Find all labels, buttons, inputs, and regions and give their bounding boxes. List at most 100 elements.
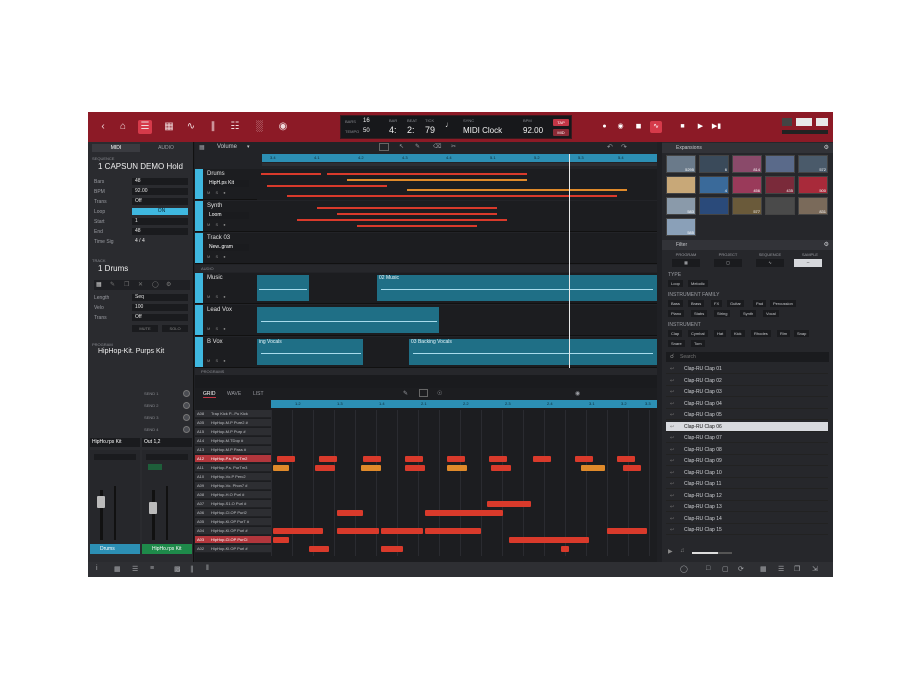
expansion-thumbnail[interactable]: 572: [798, 155, 828, 173]
sample-list-item[interactable]: ↩ Clap-RU Clap 12: [666, 491, 828, 501]
track-param-length[interactable]: Length Seq: [94, 294, 190, 302]
note-grid[interactable]: [271, 410, 657, 556]
back-icon[interactable]: ‹: [96, 120, 110, 134]
midi-track-03[interactable]: Track 03 New..gram M S ●: [195, 233, 657, 264]
send-4-knob[interactable]: [183, 426, 190, 433]
midi-note[interactable]: [447, 465, 467, 471]
sampler-mode-icon[interactable]: ∿: [184, 120, 198, 134]
sample-list-item[interactable]: ↩ Clap-RU Clap 11: [666, 479, 828, 489]
midi-note[interactable]: [337, 528, 379, 534]
pad-row[interactable]: A09 HipHop-Vo. Phon7 #: [195, 482, 271, 490]
send-1[interactable]: SEND 1: [144, 389, 190, 398]
automation-icon[interactable]: ∿: [650, 121, 662, 133]
pad-row[interactable]: A06 HipHop-Cl.OP Purl2: [195, 509, 271, 517]
loop-range-bar[interactable]: [262, 163, 657, 166]
channel-mixer-icon[interactable]: ∥: [206, 120, 220, 134]
undo-icon[interactable]: ↶: [607, 143, 613, 151]
midi-note[interactable]: [509, 537, 589, 543]
list-view-icon[interactable]: ☰: [132, 565, 138, 573]
sample-list-item[interactable]: ↩ Clap-RU Clap 03: [666, 387, 828, 397]
midi-note[interactable]: [487, 501, 531, 507]
tick-position[interactable]: 79: [425, 125, 435, 135]
pad-row[interactable]: A04 HipHop-Kl.OP Purl #: [195, 527, 271, 535]
pad-row[interactable]: A08 Trap Kick P...Pu Kick: [195, 410, 271, 418]
filter-sample-button[interactable]: ∼: [794, 259, 822, 267]
preview-play-icon[interactable]: ▶: [668, 548, 673, 555]
tab-list[interactable]: LIST: [253, 391, 264, 397]
send-4[interactable]: SEND 4: [144, 425, 190, 434]
bpm-value[interactable]: 92.00: [523, 126, 543, 135]
bars-value[interactable]: 16: [363, 118, 370, 124]
pad-row[interactable]: A02 HipHop-Kl.OP Purl #: [195, 545, 271, 553]
tab-wave[interactable]: WAVE: [227, 391, 241, 397]
pad-row[interactable]: A10 HipHop-Vo.P Perc2: [195, 473, 271, 481]
solo-button[interactable]: SOLO: [162, 325, 188, 332]
filter-chip[interactable]: FX: [711, 300, 723, 307]
keyboard-icon[interactable]: [796, 118, 812, 126]
filter-chip[interactable]: Melodic: [688, 280, 708, 287]
track-program-select[interactable]: Loom: [207, 212, 249, 219]
bar-position[interactable]: 4:: [389, 125, 397, 135]
expansion-thumbnail[interactable]: [666, 176, 696, 194]
midi-note[interactable]: [489, 456, 507, 462]
program-name[interactable]: HipHop-Kit. Purps Kit: [98, 348, 164, 355]
midi-track-drums[interactable]: Drums HipH.ps Kit M S ●: [195, 169, 657, 200]
filter-chip[interactable]: Tom: [691, 340, 705, 347]
track-buttons[interactable]: M S ●: [207, 294, 228, 299]
midi-note[interactable]: [363, 456, 381, 462]
metronome-icon[interactable]: ♩: [445, 120, 453, 129]
strip2-pan-control[interactable]: [146, 454, 188, 460]
pad-row[interactable]: A12 HipHop-P.s. PurTm2: [195, 455, 271, 463]
mute-button[interactable]: MUTE: [132, 325, 158, 332]
expansions-header[interactable]: Expansions ⚙: [662, 143, 833, 153]
grid-icon[interactable]: ▦: [96, 281, 102, 288]
select-tool-icon[interactable]: [379, 143, 389, 151]
filter-chip[interactable]: Synth: [740, 310, 757, 317]
strip2-fader[interactable]: [149, 502, 157, 514]
midi-note[interactable]: [273, 537, 289, 543]
chevron-down-icon[interactable]: ▾: [247, 144, 250, 150]
gear-icon[interactable]: ⚙: [824, 143, 829, 153]
filter-chip[interactable]: Pad: [753, 300, 767, 307]
list-layout-icon[interactable]: ☰: [778, 565, 784, 573]
audio-track-lead-vox[interactable]: Lead Vox M S ●: [195, 305, 657, 336]
auto-icon[interactable]: ◼: [632, 121, 645, 133]
main-mode-icon[interactable]: ☰: [138, 120, 152, 134]
piano-roll-ruler[interactable]: 1.2 1.3 1.4 2.1 2.2 2.3 2.4 3.1 3.2 3.3: [271, 400, 657, 408]
sample-list-item[interactable]: ↩ Clap-RU Clap 15: [666, 525, 828, 535]
midi-note[interactable]: [273, 465, 289, 471]
save-icon[interactable]: □: [706, 565, 710, 572]
track-buttons[interactable]: M S ●: [207, 358, 228, 363]
track-program-select[interactable]: HipH.ps Kit: [207, 180, 249, 187]
filter-chip[interactable]: Bass: [668, 300, 683, 307]
midi-note[interactable]: [447, 456, 465, 462]
seq-param-start[interactable]: Start 1: [94, 218, 190, 226]
send-2-knob[interactable]: [183, 402, 190, 409]
grid-view-icon[interactable]: ▦: [199, 144, 205, 151]
filter-sequence-button[interactable]: ∿: [756, 259, 784, 267]
midi-note[interactable]: [575, 456, 593, 462]
audio-track-music[interactable]: Music M S ● 02 Music: [195, 273, 657, 304]
pad-row[interactable]: A08 HipHop-H.O Purl #: [195, 491, 271, 499]
filter-chip[interactable]: Rhodes: [751, 330, 771, 337]
pencil-tool-icon[interactable]: ✎: [415, 143, 420, 150]
strip1-fader[interactable]: [97, 496, 105, 508]
info-icon[interactable]: i: [96, 565, 98, 572]
sample-list-item[interactable]: ↩ Clap-RU Clap 10: [666, 468, 828, 478]
filter-chip[interactable]: Hat: [714, 330, 727, 337]
beat-position[interactable]: 2:: [407, 125, 415, 135]
tab-grid[interactable]: GRID: [203, 391, 216, 398]
track-buttons[interactable]: M S ●: [207, 190, 228, 195]
sample-list-item[interactable]: ↩ Clap-RU Clap 09: [666, 456, 828, 466]
expansion-thumbnail[interactable]: 585: [666, 218, 696, 236]
midi-note[interactable]: [425, 528, 481, 534]
filter-chip[interactable]: Vocal: [763, 310, 779, 317]
pad-mode-icon[interactable]: ▦: [162, 120, 176, 134]
pad-row[interactable]: A05 HipHop-M.P Pure2 #: [195, 419, 271, 427]
midi-note[interactable]: [315, 465, 335, 471]
expansion-thumbnail[interactable]: 4: [699, 176, 729, 194]
midi-note[interactable]: [561, 546, 569, 552]
expansion-thumbnail[interactable]: 577: [732, 197, 762, 215]
lock-icon[interactable]: ◯: [152, 281, 159, 288]
sync-value[interactable]: MIDI Clock: [463, 126, 502, 135]
